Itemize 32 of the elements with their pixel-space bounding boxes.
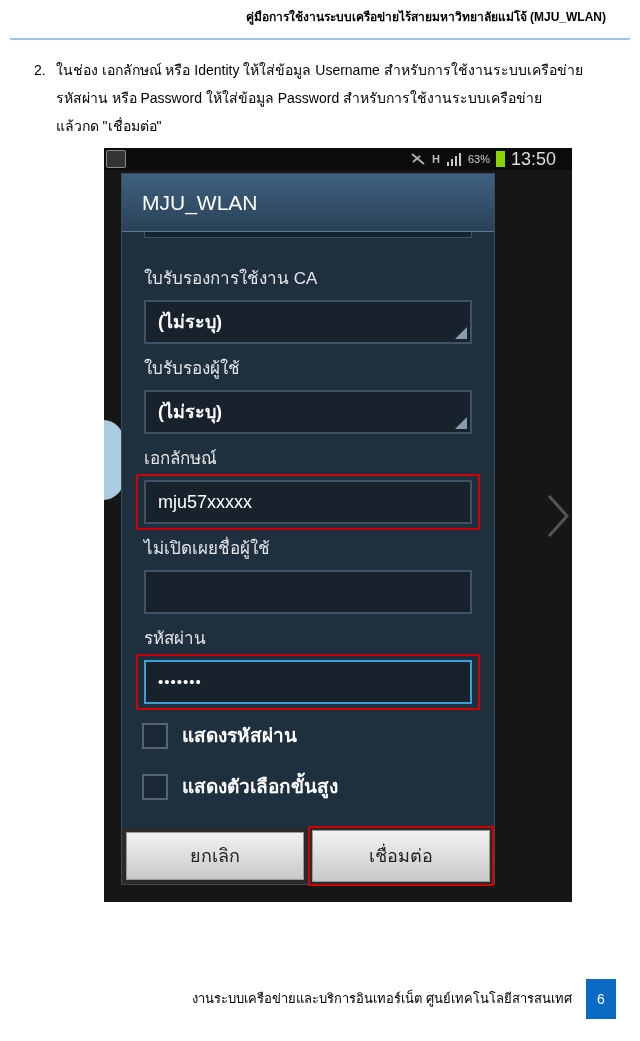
password-field[interactable]: ••••••• [144,660,472,704]
list-number: 2. [34,61,46,80]
page-number: 6 [586,979,616,1019]
checkbox[interactable] [142,773,168,800]
text-field[interactable]: mju57xxxxx [144,480,472,524]
checkbox-label: แสดงรหัสผ่าน [182,724,297,748]
checkbox-label: แสดงตัวเลือกขั้นสูง [182,772,338,801]
network-type: H [431,151,440,167]
field-label: ใบรับรองการใช้งาน CA [144,267,319,290]
clock: 13:50 [510,148,556,171]
chevron-right-icon [547,494,569,538]
battery-icon [495,151,505,167]
gallery-icon [106,150,126,168]
signal-icon [445,152,462,166]
field-label: เอกลักษณ์ [144,448,218,470]
dialog-button[interactable]: ยกเลิก [126,832,304,880]
field-label: รหัสผ่าน [144,628,207,650]
dialog-title: MJU_WLAN [142,189,258,217]
field-label: ไม่เปิดเผยชื่อผู้ใช้ [144,534,472,564]
dropdown-field[interactable]: (ไม่ระบุ) [144,390,472,434]
battery-percent: 63% [467,151,490,167]
instruction-text: ในช่อง เอกลักษณ์ หรือ Identity ให้ใส่ข้อมูล Username สำหรับการใช้งานระบบเครือข่าย รหัสผ่าน หรือ Password ให้ใส่ข้อมูล Password สำหรับการใช้งานระบบเครือข่าย แล้วกด "เชื่อมต่อ" [55,61,583,136]
header-title: คู่มือการใช้งานระบบเครือข่ายไร้สายมหาวิทยาลัยแม่โจ้ (MJU_WLAN) [245,8,606,26]
dropdown-field[interactable]: (ไม่ระบุ) [144,300,472,344]
text-field[interactable] [144,570,472,614]
dropdown-corner-icon [455,417,467,429]
checkbox[interactable] [142,723,168,750]
dropdown-corner-icon [455,327,467,339]
field-label: ใบรับรองผู้ใช้ [144,357,241,381]
footer-text: งานระบบเครือข่ายและบริการอินเทอร์เน็ต ศูนย์เทคโนโลยีสารสนเทศ [192,989,572,1009]
dialog-button[interactable]: เชื่อมต่อ [312,830,490,882]
mute-icon [409,152,426,166]
